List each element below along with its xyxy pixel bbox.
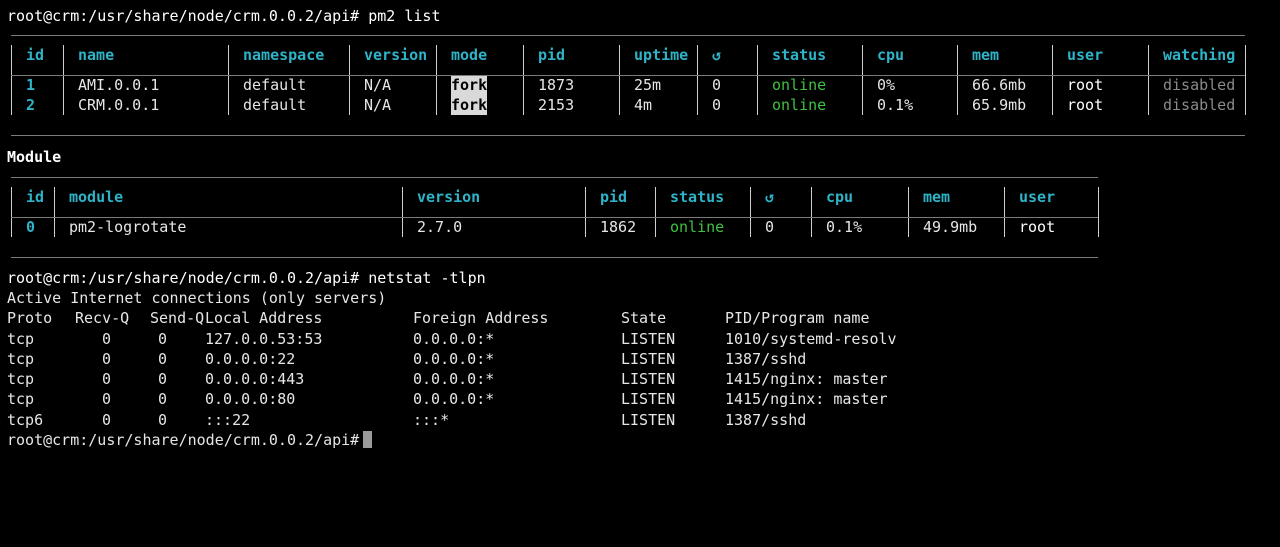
netstat-output: Active Internet connections (only server… (7, 288, 897, 450)
col-header-id: id (11, 45, 64, 65)
netstat-row: tcp6 0 0:::22:::* LISTEN 1387/sshd (7, 410, 807, 429)
status-badge: online (757, 75, 863, 95)
module-table-header-divider (11, 217, 1098, 218)
netstat-row: tcp 0 0 127.0.0.53:53 0.0.0.0:* LISTEN 1010/sy… (7, 329, 897, 348)
terminal-window[interactable]: root@crm:/usr/share/node/crm.0.0.2/api# … (0, 0, 1280, 547)
col-header-mem: mem (908, 187, 1005, 207)
netstat-row: tcp 0 0 0.0.0.0:80 0.0.0.0:* LISTEN 1415/nginx… (7, 390, 888, 409)
netstat-title: Active Internet connections (only server… (7, 289, 387, 307)
status-badge: online (655, 217, 751, 237)
module-table-bottom-border (11, 257, 1098, 258)
netstat-header-row: Proto Recv-Q Send-QLocal Address Foreign Ad… (7, 309, 870, 328)
mode-badge: fork (451, 95, 488, 115)
module-table-top-border (11, 177, 1098, 178)
prompt-pm2-list: root@crm:/usr/share/node/crm.0.0.2/api# … (7, 7, 441, 25)
table-top-border (11, 35, 1245, 36)
netstat-row: tcp 0 0 0.0.0.0:22 0.0.0.0:* LISTEN 1387/sshd (7, 349, 807, 368)
col-header-id: id (11, 187, 55, 207)
module-section-title: Module (7, 148, 62, 166)
cursor (363, 431, 373, 449)
col-header-user: user (1004, 187, 1099, 207)
table-header-row: id module version pid status ↺ cpu mem u… (11, 187, 1099, 207)
table-row: 1 AMI.0.0.1 default N/A fork 1873 25m 0 … (11, 75, 1246, 95)
col-header-pid: pid (523, 45, 620, 65)
col-header-version: version (349, 45, 437, 65)
col-header-user: user (1052, 45, 1149, 65)
col-header-mem: mem (957, 45, 1053, 65)
col-header-restarts: ↺ (750, 187, 812, 207)
col-header-status: status (757, 45, 863, 65)
col-header-mode: mode (436, 45, 524, 65)
col-header-version: version (402, 187, 586, 207)
table-row: 2 CRM.0.0.1 default N/A fork 2153 4m 0 o… (11, 95, 1246, 115)
status-badge: online (757, 95, 863, 115)
col-header-module: module (54, 187, 403, 207)
col-header-restarts: ↺ (697, 45, 758, 65)
prompt-current[interactable]: root@crm:/usr/share/node/crm.0.0.2/api# (7, 430, 897, 450)
col-header-pid: pid (585, 187, 656, 207)
col-header-watching: watching (1148, 45, 1246, 65)
pm2-module-table: id module version pid status ↺ cpu mem u… (11, 187, 1099, 237)
netstat-row: tcp 0 0 0.0.0.0:443 0.0.0.0:* LISTEN 1415/ngin… (7, 370, 888, 389)
col-header-cpu: cpu (862, 45, 958, 65)
mode-badge: fork (451, 75, 488, 95)
table-bottom-border (11, 135, 1245, 136)
pm2-process-table: id name namespace version mode pid uptim… (11, 45, 1246, 115)
prompt-netstat: root@crm:/usr/share/node/crm.0.0.2/api# … (7, 269, 486, 287)
col-header-status: status (655, 187, 751, 207)
table-row: 0 pm2-logrotate 2.7.0 1862 online 0 0.1%… (11, 217, 1099, 237)
col-header-name: name (63, 45, 229, 65)
table-header-divider (11, 75, 1245, 76)
col-header-namespace: namespace (228, 45, 350, 65)
table-header-row: id name namespace version mode pid uptim… (11, 45, 1246, 65)
col-header-uptime: uptime (619, 45, 698, 65)
col-header-cpu: cpu (811, 187, 909, 207)
